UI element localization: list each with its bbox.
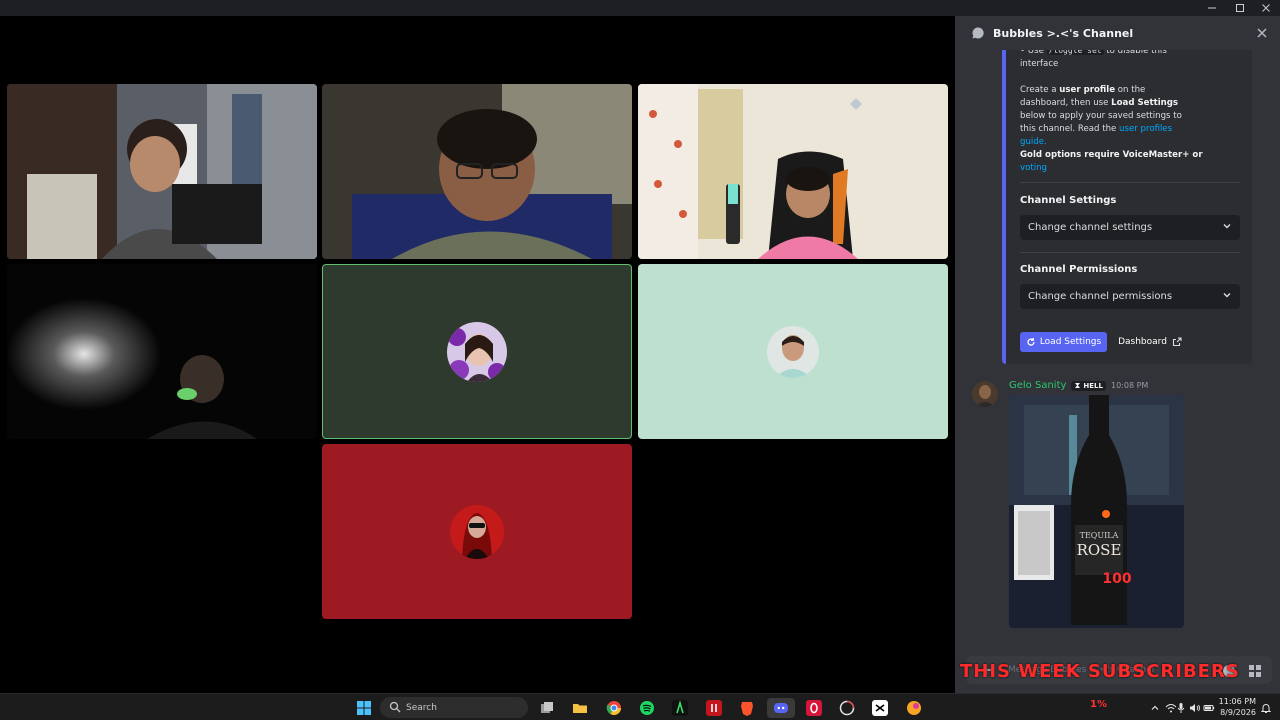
load-settings-button[interactable]: Load Settings (1020, 332, 1107, 352)
guide-link[interactable]: guide. (1020, 136, 1245, 149)
button-label: Load Settings (1039, 337, 1102, 347)
avatar[interactable] (972, 381, 998, 407)
embed-line: below to apply your saved settings to (1020, 111, 1182, 121)
clock-time[interactable]: 11:06 PM (1212, 697, 1256, 706)
spotify-icon[interactable] (637, 698, 657, 718)
file-explorer-icon[interactable] (570, 698, 590, 718)
chat-bubble-icon (972, 27, 984, 39)
volume-icon[interactable] (1188, 698, 1202, 718)
notification-bell-icon[interactable] (1258, 698, 1274, 718)
server-tag-label: HELL (1083, 381, 1103, 390)
embed-divider (1020, 252, 1240, 253)
channel-permissions-select[interactable]: Change channel permissions (1020, 284, 1240, 309)
user-avatar (447, 322, 507, 382)
video-tile[interactable] (322, 84, 632, 259)
embed-text: this channel. Read the (1020, 124, 1120, 134)
chevron-down-icon (1223, 224, 1231, 229)
app-icon-green[interactable] (670, 698, 690, 718)
message-header: Gelo Sanity HELL 10:08 PM (1009, 380, 1148, 391)
panel-title: Bubbles >.<'s Channel (993, 26, 1134, 40)
embed-divider (1020, 182, 1240, 183)
app-icon-circle[interactable] (837, 698, 857, 718)
chevron-up-icon[interactable] (1148, 698, 1162, 718)
taskbar: Search 1% 11:06 PM 8/9/2026 (0, 693, 1280, 720)
panel-header: Bubbles >.<'s Channel (955, 16, 1280, 50)
bottle-photo: TEQUILA ROSE 100 (1009, 395, 1184, 628)
bottle-label-top: TEQUILA (1080, 531, 1119, 540)
embed-text-block: • Use /toggle set to disable this interf… (1020, 44, 1245, 175)
channel-settings-select[interactable]: Change channel settings (1020, 215, 1240, 240)
select-value: Change channel permissions (1028, 291, 1173, 302)
image-overlay-value: 100 (1102, 571, 1131, 587)
embed-line: this channel. Read the user profiles (1020, 123, 1245, 136)
video-tile[interactable] (7, 264, 317, 439)
taskbar-search[interactable]: Search (380, 697, 528, 718)
channel-permissions-title: Channel Permissions (1020, 264, 1138, 275)
server-tag[interactable]: HELL (1071, 380, 1106, 391)
embed-text: on the (1115, 85, 1146, 95)
user-profiles-link[interactable]: user profiles (1119, 124, 1172, 134)
embed-text: dashboard, then use (1020, 98, 1112, 108)
message-image[interactable]: TEQUILA ROSE 100 (1009, 395, 1184, 628)
task-view-icon[interactable] (537, 698, 557, 718)
dashboard-button[interactable]: Dashboard (1112, 332, 1188, 352)
embed-line: interface (1020, 59, 1059, 69)
close-window-icon[interactable] (1254, 0, 1278, 16)
avatar-tile[interactable] (638, 264, 948, 439)
clock-date[interactable]: 8/9/2026 (1212, 708, 1256, 717)
message-author[interactable]: Gelo Sanity (1009, 380, 1066, 391)
stream-overlay-banner: THIS WEEK SUBSCRIBERS (960, 661, 1240, 682)
voice-call-stage (0, 16, 955, 693)
chrome-icon[interactable] (604, 698, 624, 718)
capcut-icon[interactable] (870, 698, 890, 718)
brave-icon[interactable] (737, 698, 757, 718)
message-timestamp: 10:08 PM (1110, 381, 1149, 390)
avatar-tile[interactable] (322, 264, 632, 439)
tray-percent: 1% (1090, 699, 1107, 710)
maximize-icon[interactable] (1228, 0, 1252, 16)
button-label: Dashboard (1118, 337, 1167, 347)
windows-start-icon[interactable] (354, 698, 374, 718)
search-label: Search (406, 702, 437, 713)
embed-line: Create a user profile on the (1020, 84, 1245, 97)
webcam-feed (7, 264, 317, 439)
user-avatar (767, 326, 819, 378)
embed-text: Create a (1020, 85, 1060, 95)
avatar-tile[interactable] (322, 444, 632, 619)
close-icon[interactable] (1254, 25, 1270, 41)
opera-icon[interactable] (804, 698, 824, 718)
embed-line: dashboard, then use Load Settings (1020, 97, 1245, 110)
apps-icon[interactable] (1248, 663, 1262, 677)
external-link-icon (1172, 337, 1182, 347)
title-bar (0, 0, 1280, 16)
discord-icon[interactable] (767, 698, 795, 718)
chevron-down-icon (1223, 293, 1231, 298)
app-icon-red[interactable] (704, 698, 724, 718)
channel-settings-title: Channel Settings (1020, 195, 1117, 206)
tag-icon (1075, 383, 1081, 388)
webcam-feed (638, 84, 948, 259)
select-value: Change channel settings (1028, 222, 1153, 233)
app-icon-colorful[interactable] (904, 698, 924, 718)
embed-bold: Load Settings (1111, 98, 1179, 108)
search-icon (389, 701, 401, 713)
refresh-icon (1027, 338, 1035, 346)
webcam-feed (322, 84, 632, 259)
app-window: Bubbles >.<'s Channel • Use /toggle set … (0, 0, 1280, 720)
embed-bold: user profile (1059, 85, 1116, 95)
video-tile[interactable] (7, 84, 317, 259)
webcam-feed (7, 84, 317, 259)
voting-link[interactable]: voting (1020, 162, 1245, 175)
user-avatar (450, 505, 504, 559)
embed-bold: Gold options require VoiceMaster+ or (1020, 150, 1203, 160)
microphone-icon[interactable] (1174, 698, 1188, 718)
video-tile[interactable] (638, 84, 948, 259)
minimize-icon[interactable] (1200, 0, 1224, 16)
bottle-label-brand: ROSE (1077, 541, 1122, 559)
